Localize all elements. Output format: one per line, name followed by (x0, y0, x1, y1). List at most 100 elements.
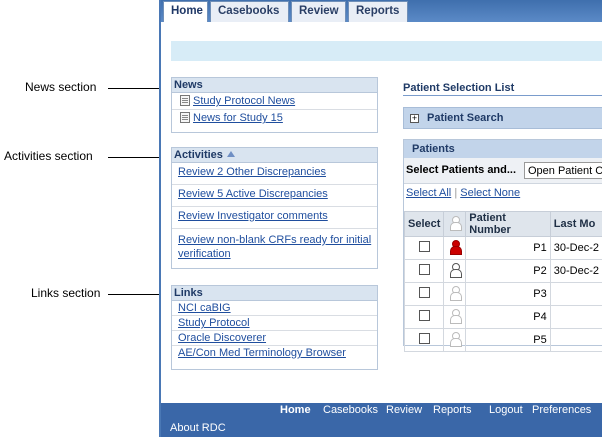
links-callout: Links section (31, 286, 166, 300)
row-checkbox[interactable] (418, 287, 430, 298)
select-cell (403, 328, 445, 352)
sort-up-icon[interactable] (226, 151, 235, 157)
select-cell (403, 259, 445, 283)
footer-preferences-link[interactable]: Preferences (532, 404, 591, 416)
footer-reports-link[interactable]: Reports (433, 404, 472, 416)
link-study-protocol[interactable]: Study Protocol (178, 317, 250, 329)
rdc-window: Home Casebooks Review Reports News Study… (159, 0, 602, 437)
link-oracle-discoverer[interactable]: Oracle Discoverer (178, 332, 266, 344)
patients-panel: Patients Select Patients and... Open Pat… (403, 139, 602, 352)
link-item[interactable]: AE/Con Med Terminology Browser (172, 346, 377, 360)
links-callout-label: Links section (31, 286, 101, 300)
table-row: P1 30-Dec-2 (403, 236, 602, 260)
activities-title: Activities (174, 149, 223, 161)
patient-number-cell: P5 (465, 328, 551, 352)
tab-reports[interactable]: Reports (348, 1, 408, 22)
document-icon (180, 112, 190, 123)
status-cell (443, 328, 467, 352)
patient-faint-icon (449, 286, 462, 301)
footer-logout-link[interactable]: Logout (489, 404, 523, 416)
select-patients-row: Select Patients and... Open Patient Ca (404, 158, 602, 184)
table-row: P3 (403, 282, 602, 306)
activity-item[interactable]: Review Investigator comments (172, 207, 377, 229)
patient-selection-title: Patient Selection List (403, 82, 602, 96)
activities-header[interactable]: Activities (172, 148, 377, 163)
row-checkbox[interactable] (418, 241, 430, 252)
status-cell (443, 236, 467, 260)
column-patient-number[interactable]: Patient Number (465, 211, 551, 237)
patients-table: Select Patient Number Last Mo P1 30-Dec-… (403, 211, 602, 352)
link-nci-cabig[interactable]: NCI caBIG (178, 302, 231, 314)
patient-faint-icon (449, 309, 462, 324)
row-checkbox[interactable] (418, 264, 430, 275)
activity-link[interactable]: Review 2 Other Discrepancies (178, 166, 326, 178)
link-terminology-browser[interactable]: AE/Con Med Terminology Browser (178, 347, 346, 359)
select-none-link[interactable]: Select None (460, 187, 520, 199)
activity-item[interactable]: Review non-blank CRFs ready for initial … (172, 229, 377, 264)
patient-icon (449, 216, 462, 231)
footer-home-link[interactable]: Home (280, 404, 311, 416)
news-callout: News section (25, 80, 170, 94)
activity-link[interactable]: Review Investigator comments (178, 210, 328, 222)
link-item[interactable]: Study Protocol (172, 316, 377, 331)
select-all-link[interactable]: Select All (406, 187, 451, 199)
news-item[interactable]: News for Study 15 (172, 110, 377, 126)
news-link[interactable]: Study Protocol News (193, 95, 295, 107)
activities-callout: Activities section (4, 149, 169, 163)
column-status (443, 211, 467, 237)
footer: Home Casebooks Review Reports Logout Pre… (161, 403, 602, 437)
links-header: Links (172, 286, 377, 301)
row-checkbox[interactable] (418, 333, 430, 344)
table-header-row: Select Patient Number Last Mo (403, 211, 602, 237)
news-callout-label: News section (25, 80, 97, 94)
last-modified-cell (549, 328, 602, 352)
tab-home[interactable]: Home (163, 1, 208, 22)
last-modified-cell (549, 305, 602, 329)
patients-header: Patients (404, 140, 602, 158)
select-patients-label: Select Patients and... (406, 164, 517, 176)
news-section: News Study Protocol News News for Study … (171, 77, 378, 133)
column-last-modified[interactable]: Last Mo (549, 211, 602, 237)
footer-review-link[interactable]: Review (386, 404, 422, 416)
footer-about-link[interactable]: About RDC (170, 422, 226, 434)
column-select: Select (403, 211, 445, 237)
expand-icon[interactable]: + (410, 114, 419, 123)
message-bar (171, 41, 602, 61)
footer-casebooks-link[interactable]: Casebooks (323, 404, 378, 416)
status-cell (443, 282, 467, 306)
select-cell (403, 305, 445, 329)
select-cell (403, 236, 445, 260)
status-cell (443, 305, 467, 329)
tab-bar: Home Casebooks Review Reports (161, 0, 602, 22)
patient-icon (449, 263, 462, 278)
link-item[interactable]: NCI caBIG (172, 301, 377, 316)
row-checkbox[interactable] (418, 310, 430, 321)
patient-search-bar[interactable]: + Patient Search (403, 107, 602, 129)
link-item[interactable]: Oracle Discoverer (172, 331, 377, 346)
patient-number-cell: P4 (465, 305, 551, 329)
patient-number-cell: P2 (465, 259, 551, 283)
activities-section: Activities Review 2 Other Discrepancies … (171, 147, 378, 269)
document-icon (180, 95, 190, 106)
table-row: P4 (403, 305, 602, 329)
links-callout-line (108, 294, 166, 295)
activity-item[interactable]: Review 2 Other Discrepancies (172, 163, 377, 185)
patient-faint-icon (449, 332, 462, 347)
patient-number-cell: P3 (465, 282, 551, 306)
select-links: Select All | Select None (406, 187, 521, 199)
links-section: Links NCI caBIG Study Protocol Oracle Di… (171, 285, 378, 370)
activity-item[interactable]: Review 5 Active Discrepancies (172, 185, 377, 207)
activity-link[interactable]: Review non-blank CRFs ready for initial … (178, 234, 371, 260)
action-select[interactable]: Open Patient Ca (524, 162, 602, 179)
status-cell (443, 259, 467, 283)
patient-search-label: Patient Search (427, 112, 504, 124)
last-modified-cell: 30-Dec-2 (549, 259, 602, 283)
tab-casebooks[interactable]: Casebooks (210, 1, 289, 22)
last-modified-cell: 30-Dec-2 (549, 236, 602, 260)
news-item[interactable]: Study Protocol News (172, 93, 377, 110)
activity-link[interactable]: Review 5 Active Discrepancies (178, 188, 328, 200)
news-link[interactable]: News for Study 15 (193, 112, 283, 124)
tab-review[interactable]: Review (291, 1, 346, 22)
table-row: P2 30-Dec-2 (403, 259, 602, 283)
news-header: News (172, 78, 377, 93)
